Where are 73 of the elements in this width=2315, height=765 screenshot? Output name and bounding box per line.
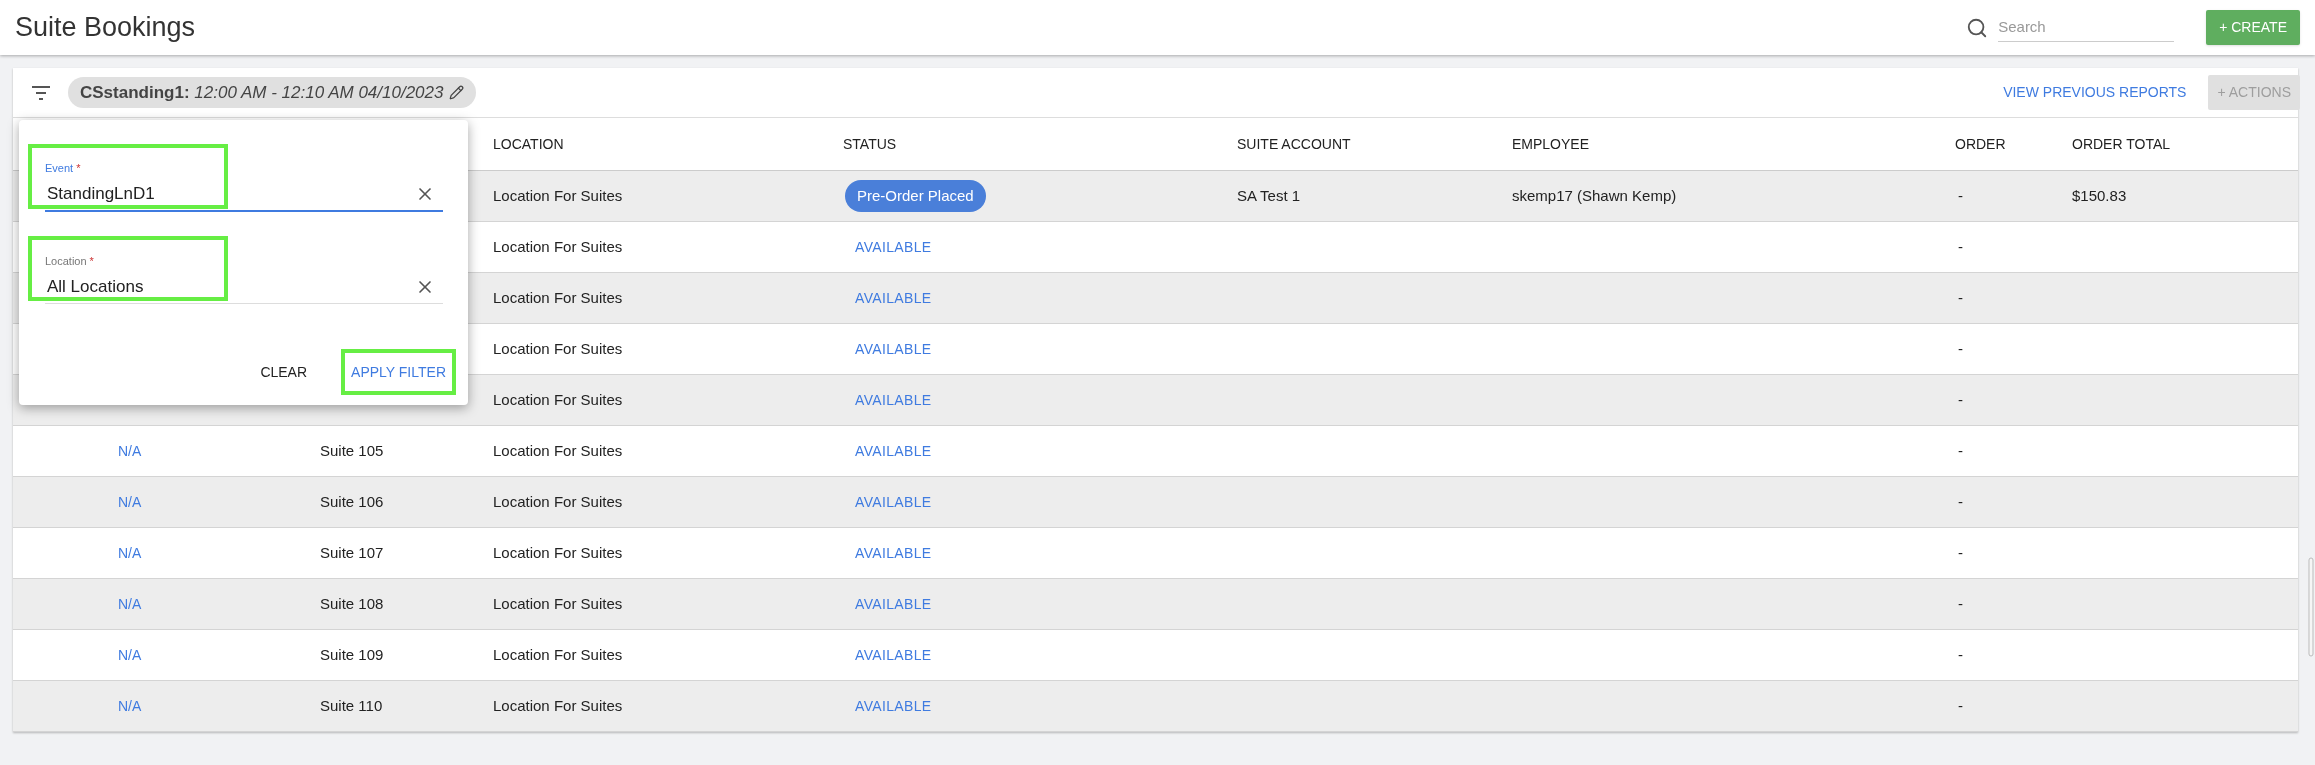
search-field[interactable]: Search	[1998, 12, 2175, 43]
apply-filter-button[interactable]: APPLY FILTER	[341, 349, 456, 395]
location-cell-text: Location For Suites	[493, 287, 623, 308]
status-link[interactable]: AVAILABLE	[855, 338, 932, 360]
order-cell-text: -	[1958, 593, 1963, 614]
location-cell-text: Location For Suites	[493, 236, 623, 257]
column-header: SUITE ACCOUNT	[1237, 134, 1351, 154]
order-total-cell-text: $150.83	[2072, 185, 2127, 206]
order-cell-text: -	[1958, 695, 1963, 716]
suite-name: Suite 107	[320, 542, 384, 563]
create-button[interactable]: + CREATE	[2206, 10, 2300, 45]
order-cell-text: -	[1958, 440, 1963, 461]
status-link[interactable]: AVAILABLE	[855, 644, 932, 666]
view-previous-reports-link[interactable]: VIEW PREVIOUS REPORTS	[2003, 82, 2187, 103]
order-cell-text: -	[1958, 185, 1963, 206]
required-asterisk: *	[76, 162, 81, 174]
employee-cell-text: skemp17 (Shawn Kemp)	[1512, 185, 1677, 206]
column-header: LOCATION	[493, 134, 564, 154]
location-cell-text: Location For Suites	[493, 695, 623, 716]
location-cell-text: Location For Suites	[493, 440, 623, 461]
suite-name: Suite 109	[320, 644, 384, 665]
status-badge: Pre-Order Placed	[845, 179, 986, 213]
order-cell-text: -	[1958, 338, 1963, 359]
link-cell[interactable]: N/A	[118, 644, 142, 666]
location-cell-text: Location For Suites	[493, 542, 623, 563]
column-header: ORDER	[1955, 134, 2006, 154]
order-cell-text: -	[1958, 389, 1963, 410]
filter-icon[interactable]	[31, 85, 51, 100]
field-value: StandingLnD1	[46, 182, 155, 205]
order-cell-text: -	[1958, 491, 1963, 512]
suite-name: Suite 106	[320, 491, 384, 512]
link-cell[interactable]: N/A	[118, 542, 142, 564]
location-cell-text: Location For Suites	[493, 491, 623, 512]
search-icon	[1966, 16, 1989, 39]
field-value: All Locations	[46, 275, 144, 298]
status-link[interactable]: AVAILABLE	[855, 542, 932, 564]
location-cell-text: Location For Suites	[493, 644, 623, 665]
link-cell[interactable]: N/A	[118, 695, 142, 717]
edit-icon[interactable]	[449, 85, 465, 100]
location-cell-text: Location For Suites	[493, 593, 623, 614]
location-cell-text: Location For Suites	[493, 185, 623, 206]
location-cell-text: Location For Suites	[493, 338, 623, 359]
order-cell-text: -	[1958, 542, 1963, 563]
location-cell-text: Location For Suites	[493, 389, 623, 410]
order-cell-text: -	[1958, 236, 1963, 257]
required-asterisk: *	[89, 255, 94, 267]
field-label: Event *	[45, 161, 81, 176]
status-link[interactable]: AVAILABLE	[855, 389, 932, 411]
select-field[interactable]: Location * All Locations	[45, 242, 443, 304]
select-field[interactable]: Event * StandingLnD1	[45, 150, 443, 212]
filter-chip[interactable]: CSstanding1: 12:00 AM - 12:10 AM 04/10/2023	[68, 77, 477, 108]
order-cell-text: -	[1958, 287, 1963, 308]
column-header: EMPLOYEE	[1512, 134, 1590, 154]
status-link[interactable]: AVAILABLE	[855, 593, 932, 615]
suite-name: Suite 108	[320, 593, 384, 614]
status-link[interactable]: AVAILABLE	[855, 440, 932, 462]
link-cell[interactable]: N/A	[118, 491, 142, 513]
page-title: Suite Bookings	[15, 11, 196, 45]
suite-name: Suite 110	[320, 695, 383, 716]
link-cell[interactable]: N/A	[118, 440, 142, 462]
filter-chip-text: CSstanding1: 12:00 AM - 12:10 AM 04/10/2023	[80, 81, 444, 104]
column-header: STATUS	[843, 134, 897, 154]
status-link[interactable]: AVAILABLE	[855, 491, 932, 513]
suite-account-cell-text: SA Test 1	[1237, 185, 1301, 206]
field-label: Location *	[45, 254, 94, 269]
column-header: ORDER TOTAL	[2072, 134, 2171, 154]
status-link[interactable]: AVAILABLE	[855, 287, 932, 309]
link-cell[interactable]: N/A	[118, 593, 142, 615]
clear-button[interactable]: CLEAR	[254, 349, 314, 395]
order-cell-text: -	[1958, 644, 1963, 665]
status-link[interactable]: AVAILABLE	[855, 695, 932, 717]
suite-name: Suite 105	[320, 440, 384, 461]
status-link[interactable]: AVAILABLE	[855, 236, 932, 258]
